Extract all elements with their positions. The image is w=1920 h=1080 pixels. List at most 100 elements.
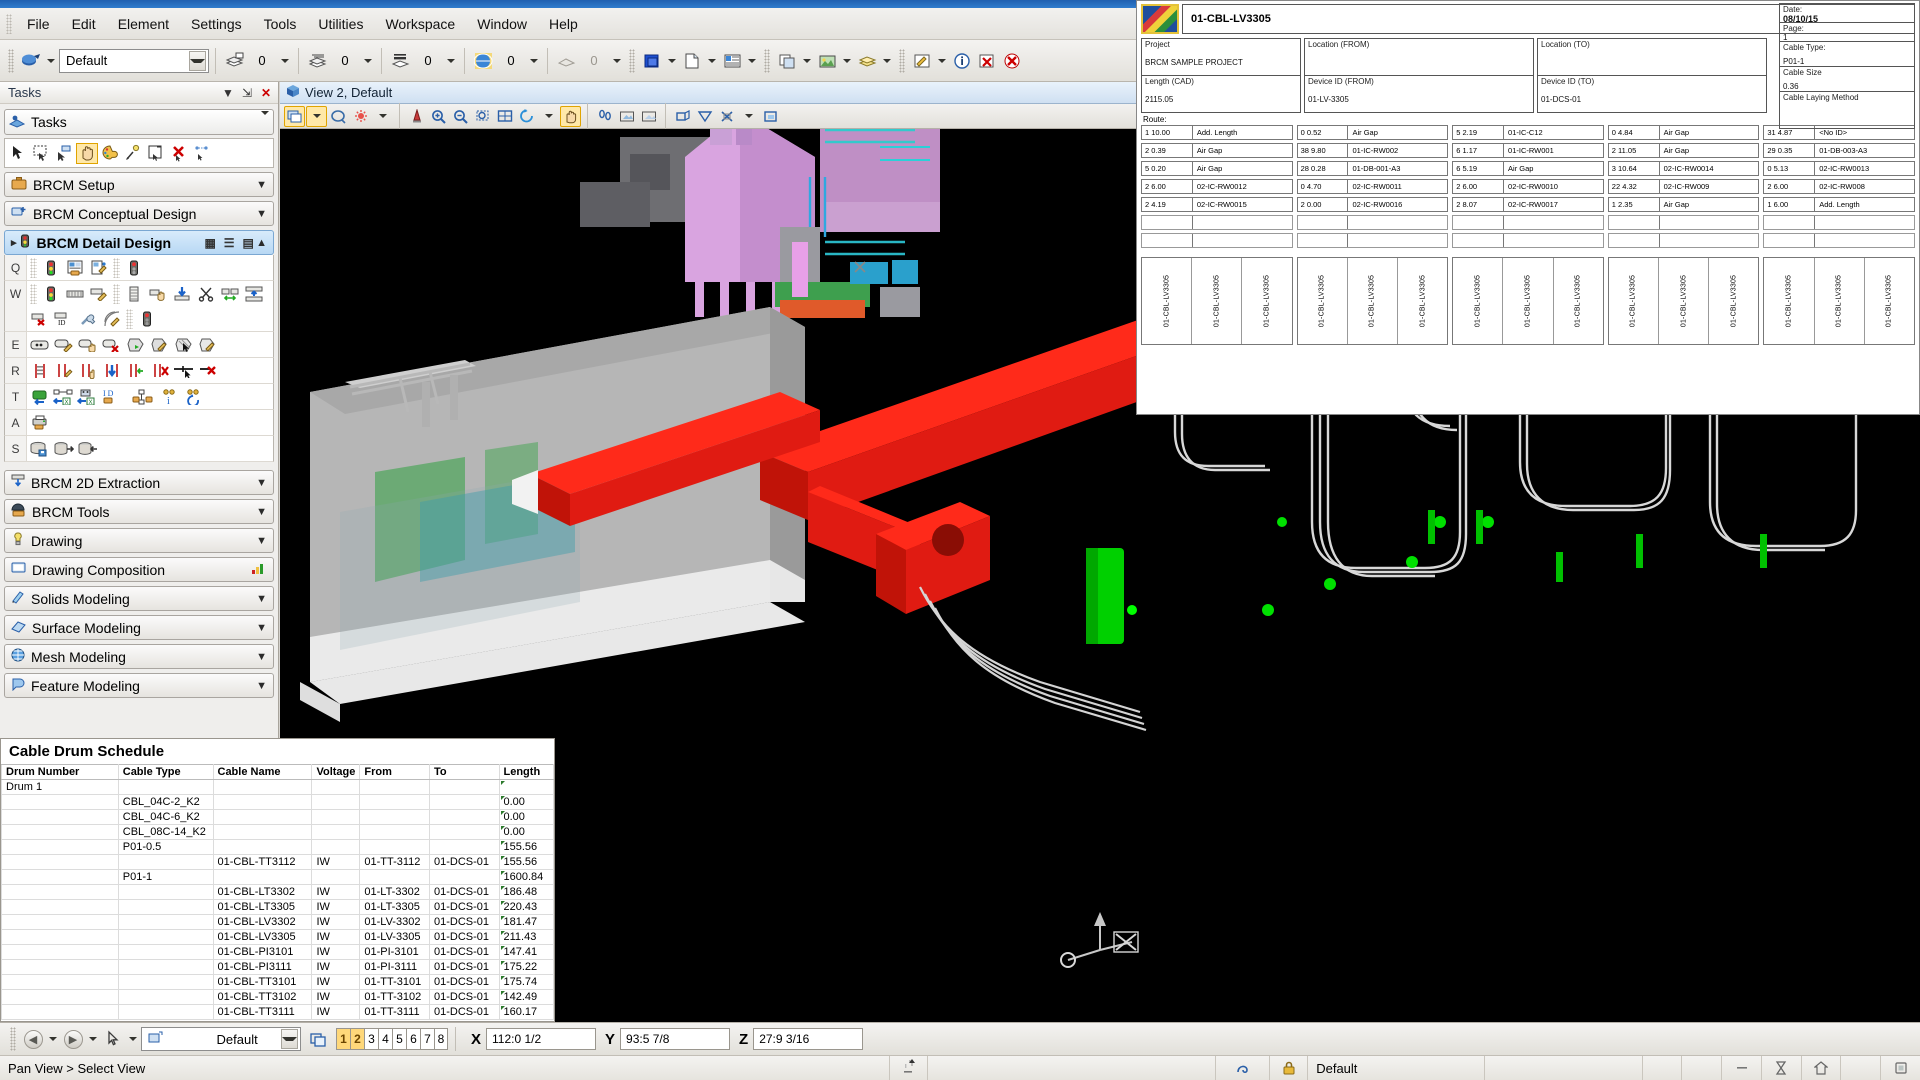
route-line-select-icon[interactable]: [173, 360, 195, 381]
row-grip[interactable]: [30, 283, 37, 304]
element-template-icon[interactable]: [19, 49, 43, 73]
info-icon[interactable]: [950, 49, 974, 73]
table-row[interactable]: Drum 1: [1, 779, 554, 795]
new-file-dropdown[interactable]: [705, 49, 719, 73]
sidebar-item-feature-modeling[interactable]: Feature Modeling ▼: [4, 673, 274, 698]
level-toggle-6[interactable]: 6: [406, 1028, 420, 1050]
table-row[interactable]: CBL_04C-2_K2 0.00: [1, 794, 554, 810]
select-element-icon[interactable]: [7, 143, 29, 164]
zoom-in-icon[interactable]: [428, 106, 449, 127]
sidebar-item-drawing[interactable]: Drawing ▼: [4, 528, 274, 553]
element-selection-icon[interactable]: [53, 143, 75, 164]
insert-ladder-icon[interactable]: [101, 360, 123, 381]
level-symbology-icon[interactable]: [222, 49, 246, 73]
back-dropdown[interactable]: [46, 1027, 60, 1051]
delete-route-line-icon[interactable]: [197, 360, 219, 381]
cable-drum-schedule-panel[interactable]: Cable Drum Schedule Drum Number Cable Ty…: [0, 738, 555, 1022]
fit-view-icon[interactable]: [494, 106, 515, 127]
place-cable-icon[interactable]: [40, 257, 62, 278]
menu-file[interactable]: File: [16, 12, 61, 36]
table-row[interactable]: CBL_08C-14_K2 0.00: [1, 824, 554, 840]
task-selector[interactable]: Tasks: [4, 109, 274, 135]
sidebar-item-drawing-composition[interactable]: Drawing Composition: [4, 557, 274, 582]
level-dropdown[interactable]: [278, 49, 292, 73]
menu-edit[interactable]: Edit: [61, 12, 107, 36]
globe-icon[interactable]: [471, 49, 495, 73]
view-display-style-icon[interactable]: [328, 106, 349, 127]
clip-volume-icon[interactable]: [672, 106, 693, 127]
properties-icon[interactable]: [720, 49, 744, 73]
forward-dropdown[interactable]: [86, 1027, 100, 1051]
sidebar-item-brcm-conceptual-design[interactable]: BRCM Conceptual Design ▼: [4, 201, 274, 226]
delete-ladder-icon[interactable]: [149, 360, 171, 381]
rotate-view-dropdown[interactable]: [538, 106, 559, 127]
style-combo[interactable]: Default: [59, 48, 209, 73]
level-toggle-5[interactable]: 5: [392, 1028, 406, 1050]
clip-dropdown[interactable]: [738, 106, 759, 127]
back-button[interactable]: ◀: [21, 1027, 45, 1051]
references-dropdown[interactable]: [800, 49, 814, 73]
close-icon[interactable]: ✕: [258, 85, 274, 101]
references-icon[interactable]: [775, 49, 799, 73]
merge-ladder-icon[interactable]: [125, 360, 147, 381]
menu-utilities[interactable]: Utilities: [307, 12, 374, 36]
view-attributes-dropdown[interactable]: [306, 105, 327, 127]
properties-dropdown[interactable]: [745, 49, 759, 73]
link-briefcase-icon[interactable]: [131, 386, 157, 407]
tray-tools-icon[interactable]: [77, 308, 99, 329]
chevron-right-icon[interactable]: ▸: [11, 236, 17, 249]
cable-report-sheet[interactable]: 01-CBL-LV3305 Project BRCM SAMPLE PROJEC…: [1136, 0, 1920, 415]
style-combo-arrow[interactable]: [189, 50, 206, 71]
table-row[interactable]: 01-CBL-PI3111 IW 01-PI-3111 01-DCS-01 175.22: [1, 959, 554, 975]
place-equipment-icon[interactable]: [29, 334, 51, 355]
table-row[interactable]: P01-1 1600.84: [1, 869, 554, 885]
coord-x-input[interactable]: [486, 1028, 597, 1050]
model-properties-icon[interactable]: [306, 1027, 330, 1051]
database-export-icon[interactable]: [53, 438, 75, 459]
menu-help[interactable]: Help: [538, 12, 589, 36]
sidebar-item-surface-modeling[interactable]: Surface Modeling ▼: [4, 615, 274, 640]
minimize-indicator-icon[interactable]: [1721, 1055, 1761, 1080]
sidebar-item-brcm-tools[interactable]: BRCM Tools ▼: [4, 499, 274, 524]
tray-bend-icon[interactable]: [101, 308, 123, 329]
layers-icon[interactable]: [855, 49, 879, 73]
level-toggle-4[interactable]: 4: [378, 1028, 392, 1050]
clip-front-icon[interactable]: [716, 106, 737, 127]
move-element-icon[interactable]: [191, 143, 213, 164]
clip-mask-icon[interactable]: [694, 106, 715, 127]
cable-status-icon[interactable]: [123, 257, 145, 278]
chevron-down-icon[interactable]: ▼: [256, 651, 267, 663]
view-previous-icon[interactable]: [616, 106, 637, 127]
level-toggle-2[interactable]: 2: [350, 1028, 364, 1050]
priority-dropdown[interactable]: [610, 49, 624, 73]
pan-view-icon[interactable]: [76, 142, 98, 164]
extend-tray-icon[interactable]: [243, 283, 265, 304]
bottom-toolbar-grip[interactable]: [10, 1027, 16, 1051]
chevron-down-icon[interactable]: ▼: [256, 680, 267, 692]
view-save-icon[interactable]: [760, 106, 781, 127]
print-report-icon[interactable]: [29, 412, 51, 433]
edit-ladder-icon[interactable]: [53, 360, 75, 381]
table-row[interactable]: 01-CBL-LV3305 IW 01-LV-3305 01-DCS-01 211.43: [1, 929, 554, 945]
export-excel-icon[interactable]: X: [53, 386, 75, 407]
table-row[interactable]: 01-CBL-LT3305 IW 01-LT-3305 01-DCS-01 220.43: [1, 899, 554, 915]
home-icon[interactable]: [1800, 1055, 1841, 1080]
weight-dropdown[interactable]: [444, 49, 458, 73]
refresh-settings-icon[interactable]: [183, 386, 205, 407]
snap-mode-icon[interactable]: [1215, 1055, 1269, 1080]
delete-icon[interactable]: [975, 49, 999, 73]
import-excel-icon[interactable]: X: [77, 386, 99, 407]
insert-down-icon[interactable]: [171, 283, 193, 304]
raster-icon[interactable]: [815, 49, 839, 73]
edit-cable-icon[interactable]: [88, 257, 110, 278]
view-next-icon[interactable]: [638, 106, 659, 127]
level-toggle-8[interactable]: 8: [434, 1028, 448, 1050]
element-template-dropdown[interactable]: [44, 49, 58, 73]
level-toggle-3[interactable]: 3: [364, 1028, 378, 1050]
delete-element-icon[interactable]: [168, 143, 190, 164]
weight-stack-icon[interactable]: [388, 49, 412, 73]
chevron-down-icon[interactable]: ▼: [256, 477, 267, 489]
lock-icon[interactable]: [1269, 1055, 1307, 1080]
chevron-down-icon[interactable]: ▼: [256, 535, 267, 547]
chevron-down-icon[interactable]: ▼: [256, 506, 267, 518]
